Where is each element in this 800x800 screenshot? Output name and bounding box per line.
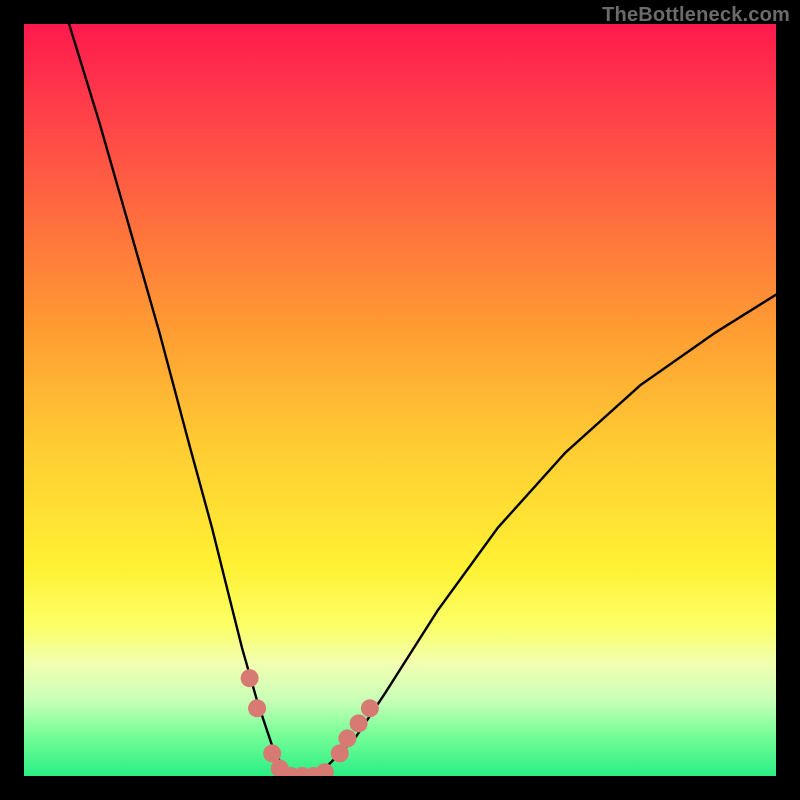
chart-frame: TheBottleneck.com <box>0 0 800 800</box>
curve-marker <box>350 714 368 732</box>
curve-marker <box>338 729 356 747</box>
curve-marker <box>361 699 379 717</box>
curve-marker <box>316 763 334 776</box>
curve-marker <box>248 699 266 717</box>
plot-area <box>24 24 776 776</box>
curve-marker <box>241 669 259 687</box>
bottleneck-curve <box>24 24 776 776</box>
